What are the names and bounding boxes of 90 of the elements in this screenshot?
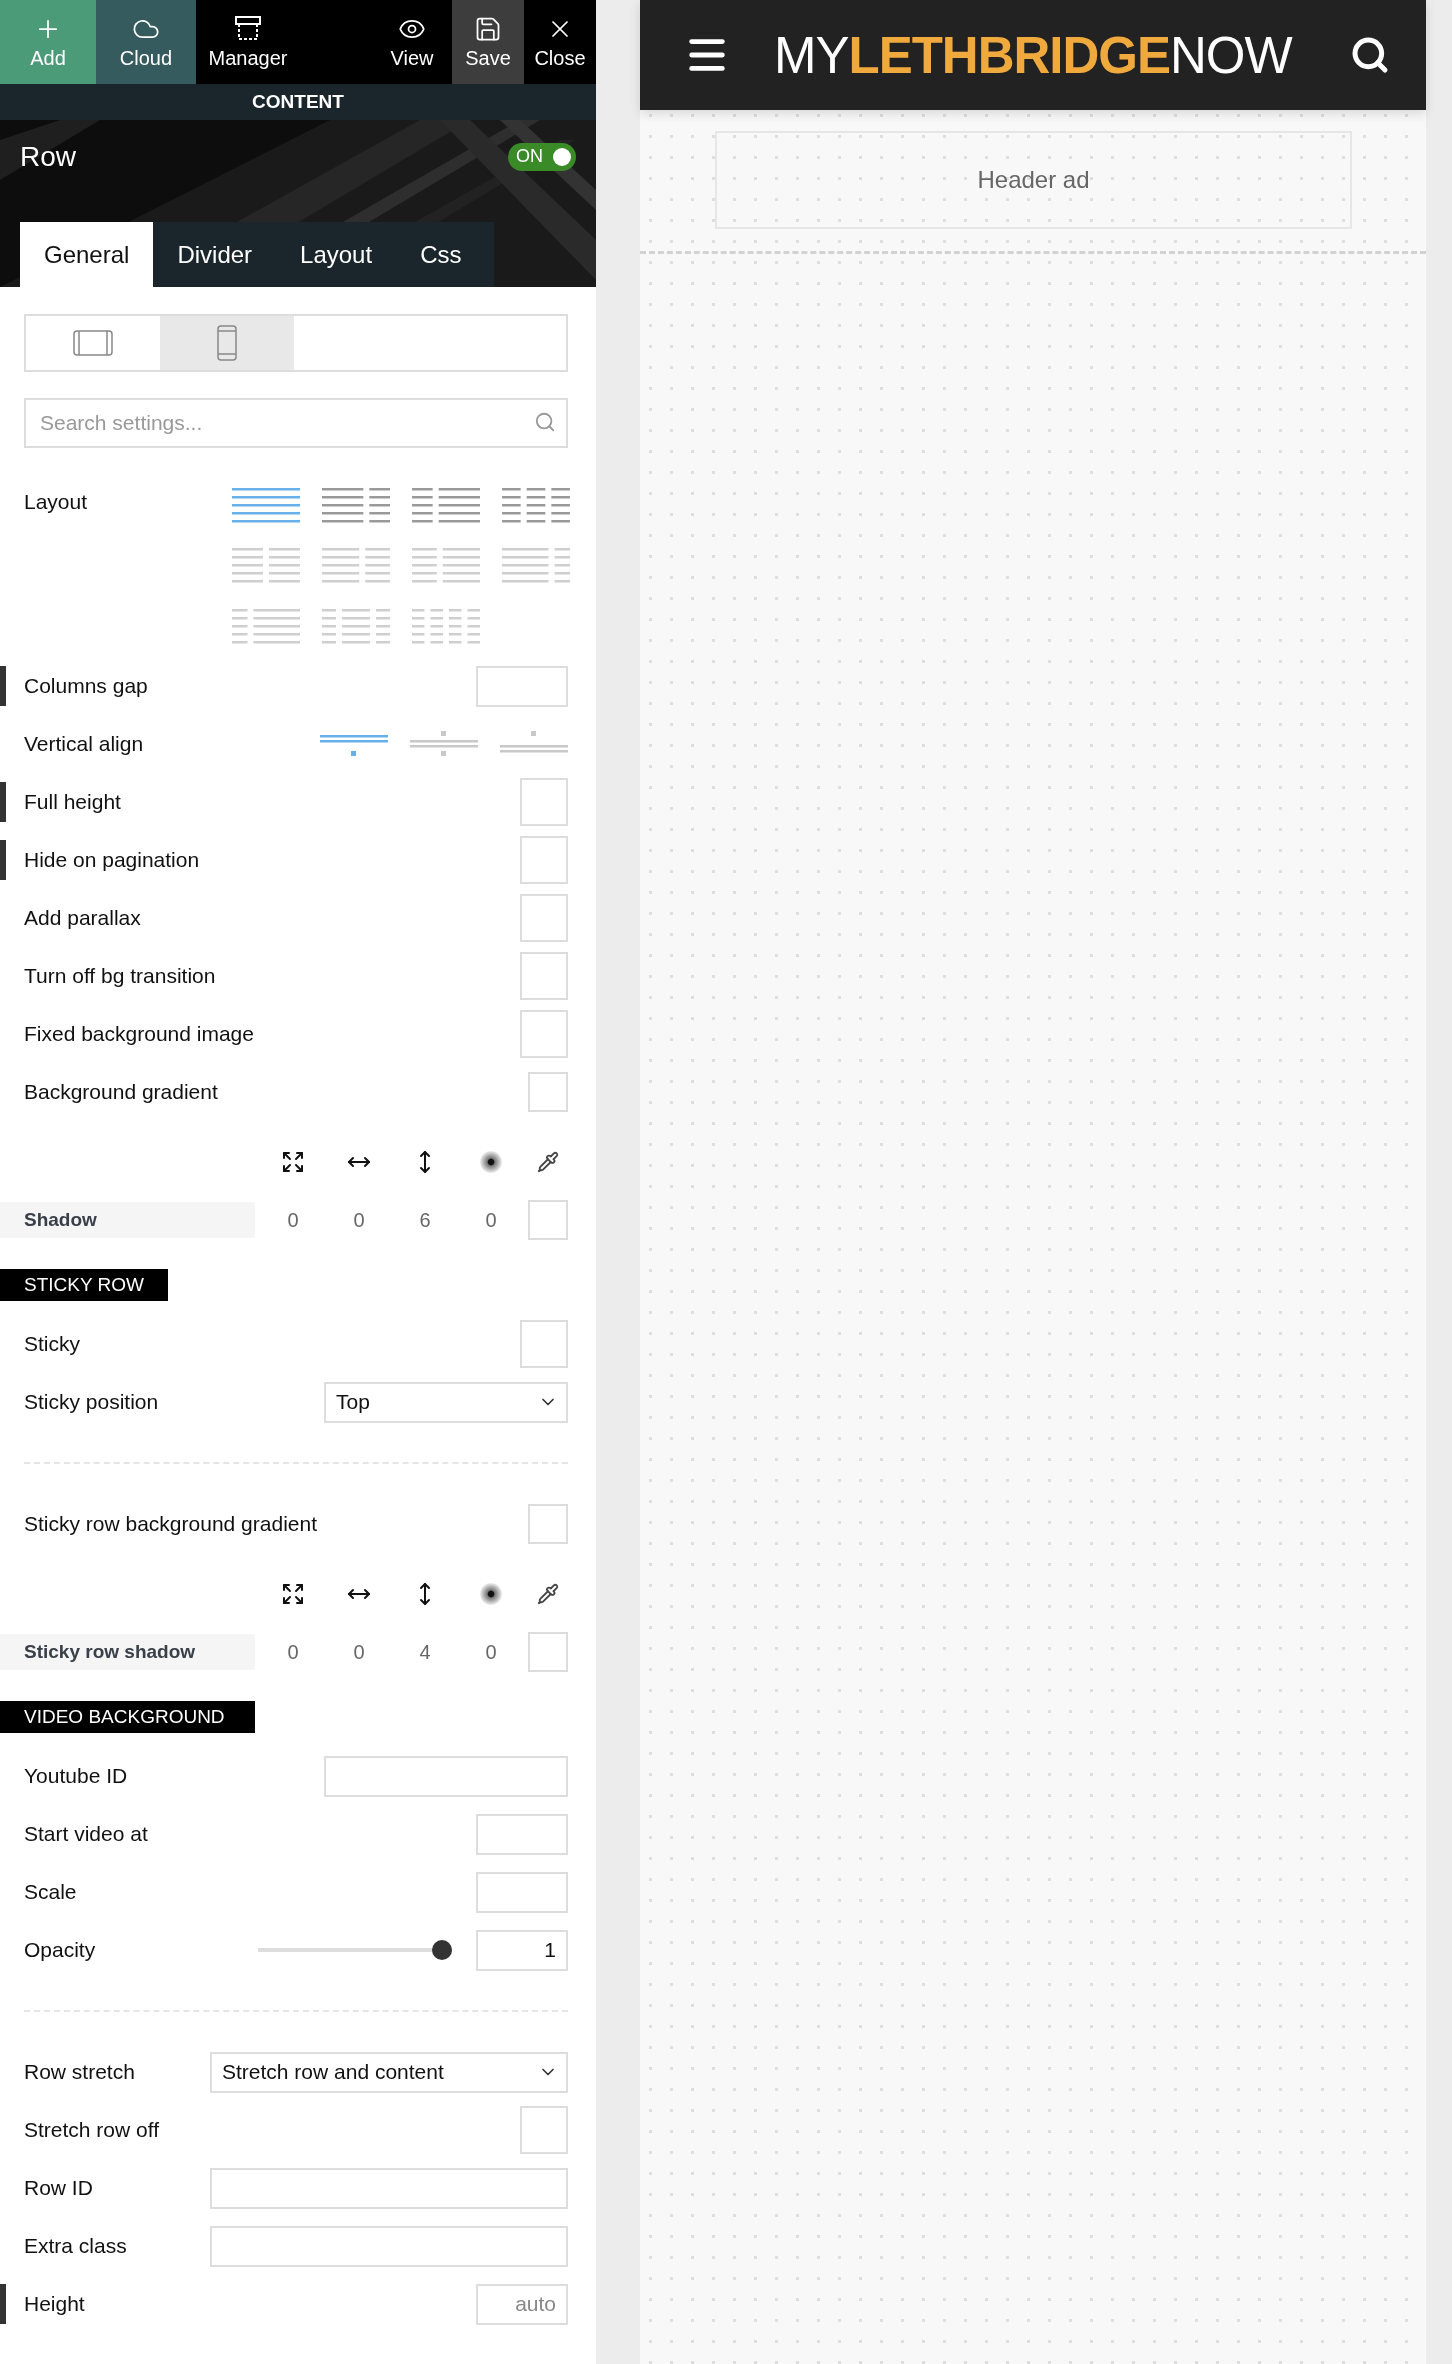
checkbox[interactable]	[520, 1320, 568, 1368]
layout-option[interactable]	[412, 486, 480, 524]
layout-option[interactable]	[412, 606, 480, 645]
setting-label: Background gradient	[24, 1080, 218, 1104]
search-icon[interactable]	[1350, 35, 1390, 75]
layout-option[interactable]	[232, 546, 300, 585]
checkbox[interactable]	[520, 1010, 568, 1058]
setting-label: Row ID	[24, 2176, 93, 2200]
setting-label: Start video at	[24, 1822, 148, 1846]
tab[interactable]: Layout	[276, 222, 397, 287]
color-swatch[interactable]	[528, 1632, 568, 1672]
checkbox[interactable]	[520, 836, 568, 884]
setting-label: Hide on pagination	[24, 848, 200, 872]
setting-label: Opacity	[24, 1938, 96, 1962]
input-field[interactable]: 1	[476, 1929, 568, 1971]
tab[interactable]: Divider	[153, 222, 277, 287]
setting-label: Scale	[24, 1880, 77, 1904]
setting-label: Layout	[24, 490, 88, 514]
checkbox[interactable]	[520, 952, 568, 1000]
shadow-value[interactable]: 0	[353, 1208, 365, 1232]
setting-label: Extra class	[24, 2234, 127, 2258]
toolbar-button[interactable]: Save	[452, 0, 524, 84]
toolbar-button[interactable]: Cloud	[96, 0, 196, 84]
blur-dot-icon	[480, 1151, 502, 1173]
ad-label: Header ad	[977, 166, 1090, 194]
expand-icon	[281, 1582, 305, 1606]
shadow-value[interactable]: 4	[419, 1640, 431, 1664]
tab[interactable]: Css	[396, 222, 486, 287]
select-field[interactable]: Top	[324, 1381, 568, 1423]
setting-label: Add parallax	[24, 906, 141, 930]
section-title: CONTENT	[0, 84, 596, 120]
color-swatch[interactable]	[528, 1200, 568, 1240]
shadow-label: Shadow	[0, 1202, 255, 1238]
shadow-label: Sticky row shadow	[0, 1634, 255, 1670]
input-field[interactable]	[476, 665, 568, 707]
blur-dot-icon	[480, 1583, 502, 1605]
align-option[interactable]	[410, 731, 478, 757]
tablet-icon	[73, 330, 113, 356]
setting-label: Sticky row background gradient	[24, 1512, 317, 1536]
site-logo[interactable]: MYLETHBRIDGENOW	[774, 25, 1292, 85]
search-field[interactable]: Search settings...	[24, 398, 568, 448]
setting-label: Height	[24, 2292, 85, 2316]
setting-label: Youtube ID	[24, 1764, 128, 1788]
shadow-value[interactable]: 0	[485, 1640, 497, 1664]
input-field[interactable]	[476, 1871, 568, 1913]
search-icon	[534, 411, 556, 433]
setting-label: Vertical align	[24, 732, 144, 756]
checkbox[interactable]	[520, 894, 568, 942]
device-button[interactable]	[160, 316, 294, 370]
input-field[interactable]: auto	[476, 2283, 568, 2325]
input-field[interactable]	[210, 2167, 568, 2209]
layout-option[interactable]	[502, 546, 570, 585]
shadow-value[interactable]: 0	[353, 1640, 365, 1664]
shadow-value[interactable]: 0	[287, 1640, 299, 1664]
eyedropper-icon	[537, 1583, 559, 1605]
element-title: Row	[20, 140, 76, 173]
gradient-swatch[interactable]	[528, 1504, 568, 1544]
eyedropper-icon	[537, 1151, 559, 1173]
setting-label: Sticky	[24, 1332, 80, 1356]
setting-label: Turn off bg transition	[24, 964, 216, 988]
tray-icon	[233, 14, 263, 43]
layout-option[interactable]	[322, 486, 390, 524]
select-field[interactable]: Stretch row and content	[210, 2051, 568, 2093]
tab[interactable]: General	[20, 222, 154, 287]
input-field[interactable]	[210, 2225, 568, 2267]
layout-option[interactable]	[502, 486, 570, 524]
expand-icon	[281, 1150, 305, 1174]
setting-label: Row stretch	[24, 2060, 135, 2084]
section-heading: STICKY ROW	[0, 1269, 168, 1301]
setting-label: Stretch row off	[24, 2118, 159, 2142]
checkbox[interactable]	[520, 778, 568, 826]
input-field[interactable]	[324, 1755, 568, 1797]
layout-option[interactable]	[232, 486, 300, 524]
phone-icon	[217, 325, 237, 361]
layout-option[interactable]	[232, 606, 300, 645]
checkbox[interactable]	[520, 2106, 568, 2154]
shadow-value[interactable]: 6	[419, 1208, 431, 1232]
slider-thumb[interactable]	[432, 1940, 452, 1960]
input-field[interactable]	[476, 1813, 568, 1855]
setting-label: Full height	[24, 790, 121, 814]
gradient-swatch[interactable]	[528, 1072, 568, 1112]
shadow-value[interactable]: 0	[485, 1208, 497, 1232]
setting-label: Sticky position	[24, 1390, 159, 1414]
section-heading: VIDEO BACKGROUND	[0, 1701, 255, 1733]
layout-option[interactable]	[412, 546, 480, 585]
shadow-value[interactable]: 0	[287, 1208, 299, 1232]
layout-option[interactable]	[322, 546, 390, 585]
layout-option[interactable]	[322, 606, 390, 645]
setting-label: Fixed background image	[24, 1022, 254, 1046]
setting-label: Columns gap	[24, 674, 148, 698]
